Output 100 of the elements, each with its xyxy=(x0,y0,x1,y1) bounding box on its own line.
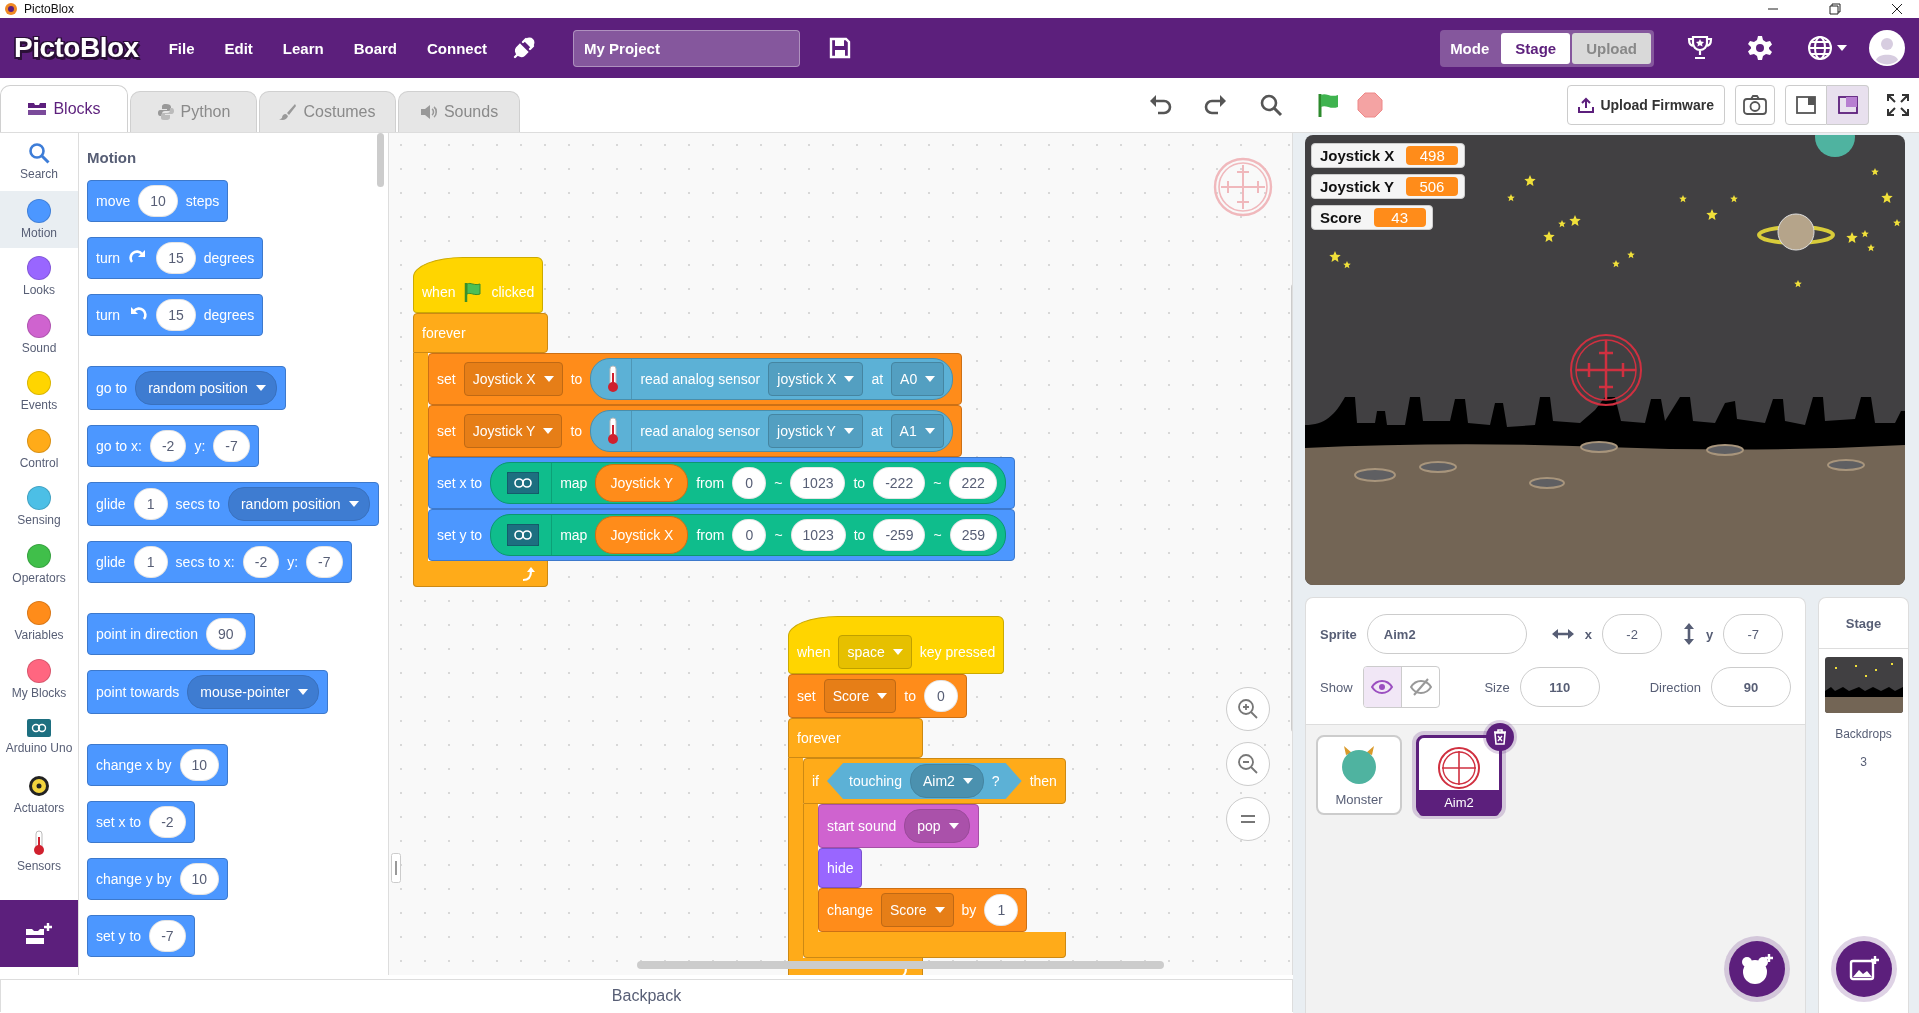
add-sprite-button[interactable] xyxy=(1729,941,1785,997)
sprite-tile[interactable]: Monster xyxy=(1316,735,1402,815)
category-item[interactable]: Sensing xyxy=(0,478,78,536)
number-input[interactable]: 0 xyxy=(732,519,767,551)
number-input[interactable]: 10 xyxy=(138,185,178,217)
code-block[interactable]: set x to map Joystick Y from 0 ~ 1023 to -222 ~ 222 xyxy=(428,457,1015,509)
code-block[interactable]: set x to -2 xyxy=(87,801,195,843)
number-input[interactable]: -2 xyxy=(149,430,187,462)
code-block[interactable]: go to random position xyxy=(87,366,286,410)
mode-option[interactable]: Stage xyxy=(1501,32,1571,64)
scrollbar-thumb[interactable] xyxy=(637,961,1164,969)
code-block[interactable]: glide 1 secs to x: -2 y: -7 xyxy=(87,541,352,583)
x-position-field[interactable]: -2 xyxy=(1602,614,1663,654)
dropdown-menu[interactable]: random position xyxy=(227,487,370,521)
stage-layout-button[interactable] xyxy=(1785,85,1827,125)
dropdown-menu[interactable]: Aim2 xyxy=(909,764,984,798)
number-input[interactable]: -7 xyxy=(213,430,250,462)
restore-icon[interactable] xyxy=(1829,3,1841,15)
category-item[interactable]: Actuators xyxy=(0,765,78,823)
code-block[interactable]: glide 1 secs to random position xyxy=(87,482,379,526)
add-backdrop-button[interactable] xyxy=(1835,941,1892,997)
number-input[interactable]: 222 xyxy=(949,467,997,499)
code-block[interactable]: turn 15 degrees xyxy=(87,237,264,279)
number-input[interactable]: -7 xyxy=(149,920,186,952)
number-input[interactable]: -7 xyxy=(306,546,343,578)
add-extension-button[interactable] xyxy=(0,900,78,967)
fullscreen-icon[interactable] xyxy=(1887,94,1909,116)
avatar-icon[interactable] xyxy=(1869,30,1905,66)
code-block[interactable]: change x by 10 xyxy=(87,744,229,786)
number-input[interactable]: 259 xyxy=(949,519,997,551)
code-block[interactable]: move 10 steps xyxy=(87,180,229,222)
number-input[interactable]: 10 xyxy=(179,863,220,895)
delete-sprite-button[interactable] xyxy=(1486,723,1514,751)
size-field[interactable]: 110 xyxy=(1519,667,1600,707)
sprite-name-field[interactable]: Aim2 xyxy=(1366,614,1527,654)
number-input[interactable]: 0 xyxy=(732,467,767,499)
category-item[interactable]: Control xyxy=(0,420,78,478)
menu-item[interactable]: Connect xyxy=(427,39,488,57)
number-input[interactable]: 1023 xyxy=(790,519,846,551)
reset-zoom-button[interactable] xyxy=(1226,797,1270,841)
reporter-block[interactable]: map Joystick Y from 0 ~ 1023 to -222 ~ 222 xyxy=(490,462,1006,504)
caret-icon[interactable] xyxy=(1837,45,1847,51)
number-input[interactable]: -222 xyxy=(873,467,926,499)
project-name-field[interactable]: My Project xyxy=(573,29,801,67)
number-input[interactable]: 15 xyxy=(156,242,196,274)
code-block[interactable]: hide xyxy=(818,848,863,888)
code-block[interactable]: set y to -7 xyxy=(87,915,195,957)
settings-icon[interactable] xyxy=(1746,34,1774,62)
number-input[interactable]: 90 xyxy=(205,618,246,650)
dropdown-menu[interactable]: mouse-pointer xyxy=(187,675,319,709)
zoom-out-button[interactable] xyxy=(1226,742,1270,786)
category-item[interactable]: Looks xyxy=(0,248,78,306)
reporter-block[interactable]: map Joystick X from 0 ~ 1023 to -259 ~ 259 xyxy=(490,514,1006,556)
code-block[interactable]: set y to map Joystick X from 0 ~ 1023 to -259 ~ 259 xyxy=(428,509,1015,561)
trophy-icon[interactable] xyxy=(1686,34,1714,62)
category-item[interactable]: Motion xyxy=(0,190,78,248)
save-icon[interactable] xyxy=(828,36,853,60)
menu-item[interactable]: Board xyxy=(353,39,398,57)
globe-icon[interactable] xyxy=(1806,34,1834,62)
direction-field[interactable]: 90 xyxy=(1711,667,1791,707)
editor-tab[interactable]: Blocks xyxy=(0,85,128,132)
close-icon[interactable] xyxy=(1891,3,1903,15)
code-block[interactable]: change y by 10 xyxy=(87,858,229,900)
menu-item[interactable]: Edit xyxy=(224,39,253,57)
number-input[interactable]: 1 xyxy=(133,488,168,520)
code-block[interactable]: point towards mouse-pointer xyxy=(87,670,328,714)
number-input[interactable]: 1 xyxy=(133,546,168,578)
code-block[interactable]: change Score by 1 xyxy=(818,888,1028,932)
number-input[interactable]: -2 xyxy=(149,806,186,838)
boolean-block[interactable]: touching Aim2 ? xyxy=(827,763,1022,799)
category-item[interactable]: Events xyxy=(0,363,78,421)
code-block[interactable]: turn 15 degrees xyxy=(87,294,264,336)
menu-item[interactable]: File xyxy=(168,39,195,57)
number-input[interactable]: 10 xyxy=(179,749,220,781)
dropdown-menu[interactable]: random position xyxy=(135,371,277,405)
zoom-in-button[interactable] xyxy=(1226,687,1270,731)
number-input[interactable]: 1 xyxy=(984,894,1019,926)
screenshot-button[interactable] xyxy=(1735,85,1775,125)
menu-item[interactable]: Learn xyxy=(282,39,324,57)
number-input[interactable]: 1023 xyxy=(790,467,846,499)
collapse-handle-icon[interactable] xyxy=(391,853,401,883)
y-position-field[interactable]: -7 xyxy=(1723,614,1784,654)
category-item[interactable]: Arduino Uno xyxy=(0,708,78,766)
category-item[interactable]: Search xyxy=(0,133,78,191)
sprite-tile[interactable]: Aim2 xyxy=(1416,735,1502,815)
category-item[interactable]: Sound xyxy=(0,305,78,363)
category-item[interactable]: Operators xyxy=(0,535,78,593)
category-item[interactable]: Sensors xyxy=(0,823,78,881)
code-block[interactable]: point in direction 90 xyxy=(87,613,255,655)
upload-firmware-button[interactable]: Upload Firmware xyxy=(1567,85,1725,125)
backpack-bar[interactable]: Backpack xyxy=(0,979,1293,1012)
category-item[interactable]: Variables xyxy=(0,593,78,651)
number-input[interactable]: 0 xyxy=(923,680,958,712)
show-button[interactable] xyxy=(1363,667,1402,707)
search-icon[interactable] xyxy=(1259,93,1283,117)
code-block[interactable]: start sound pop xyxy=(818,804,979,848)
category-item[interactable]: My Blocks xyxy=(0,650,78,708)
scrollbar-thumb[interactable] xyxy=(377,133,384,187)
code-block[interactable]: set Score to 0 xyxy=(788,674,967,718)
code-block[interactable]: go to x: -2 y: -7 xyxy=(87,425,259,467)
